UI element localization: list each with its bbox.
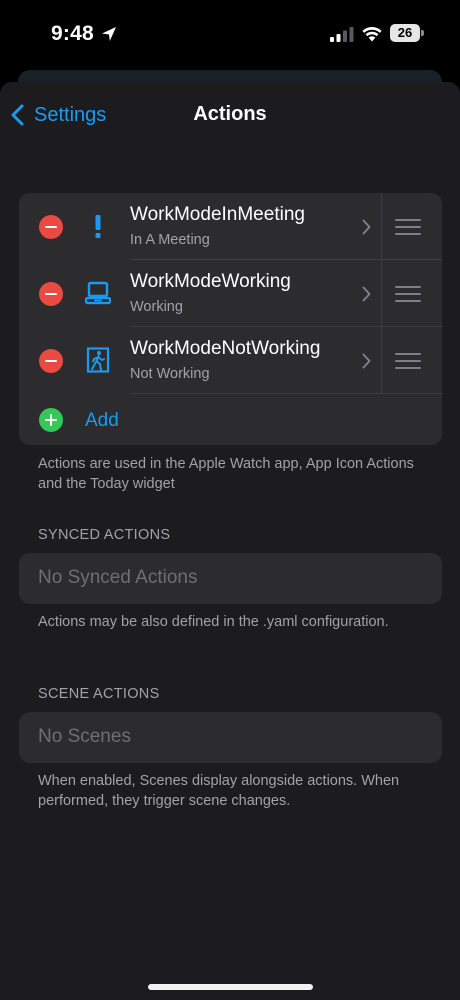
- reorder-handle-icon[interactable]: [395, 286, 421, 302]
- chevron-right-icon: [362, 219, 371, 235]
- chevron-right-icon: [362, 353, 371, 369]
- synced-actions-footer: Actions may be also defined in the .yaml…: [38, 614, 389, 630]
- delete-action-button[interactable]: [39, 349, 63, 373]
- action-title: WorkModeInMeeting: [130, 204, 305, 225]
- laptop-icon: [85, 281, 111, 305]
- actions-footer: Actions are used in the Apple Watch app,…: [38, 456, 414, 492]
- status-time: 9:48: [51, 22, 94, 45]
- scene-actions-header: SCENE ACTIONS: [38, 686, 160, 702]
- reorder-handle-icon[interactable]: [395, 353, 421, 369]
- synced-actions-empty-label: No Synced Actions: [38, 567, 198, 588]
- exit-door-icon: [86, 347, 110, 373]
- chevron-right-icon: [362, 286, 371, 302]
- synced-actions-list: No Synced Actions: [19, 553, 442, 604]
- battery-level: 26: [390, 24, 420, 42]
- delete-action-button[interactable]: [39, 215, 63, 239]
- add-action-label: Add: [85, 410, 119, 431]
- status-bar: 9:48 26: [0, 0, 460, 68]
- action-title: WorkModeWorking: [130, 271, 291, 292]
- actions-list: WorkModeInMeeting In A Meeting WorkModeW…: [19, 193, 442, 445]
- battery-icon: 26: [390, 24, 424, 42]
- synced-actions-header: SYNCED ACTIONS: [38, 527, 171, 543]
- scene-actions-list: No Scenes: [19, 712, 442, 763]
- action-row[interactable]: WorkModeWorking Working: [19, 260, 442, 327]
- action-row[interactable]: WorkModeInMeeting In A Meeting: [19, 193, 442, 260]
- reorder-handle-icon[interactable]: [395, 219, 421, 235]
- scene-actions-footer: When enabled, Scenes display alongside a…: [38, 773, 400, 809]
- location-arrow-icon: [102, 27, 116, 41]
- action-row[interactable]: WorkModeNotWorking Not Working: [19, 327, 442, 394]
- action-title: WorkModeNotWorking: [130, 338, 321, 359]
- delete-action-button[interactable]: [39, 282, 63, 306]
- action-subtitle: Not Working: [130, 366, 210, 382]
- wifi-icon: [362, 27, 382, 42]
- action-subtitle: In A Meeting: [130, 232, 210, 248]
- add-action-button[interactable]: Add: [19, 394, 442, 445]
- page-title: Actions: [193, 103, 267, 125]
- cellular-signal-icon: [330, 27, 354, 42]
- plus-icon: [39, 408, 63, 432]
- action-subtitle: Working: [130, 299, 183, 315]
- home-indicator[interactable]: [148, 984, 313, 990]
- scenes-empty-label: No Scenes: [38, 726, 131, 747]
- exclamation-icon: [95, 215, 101, 238]
